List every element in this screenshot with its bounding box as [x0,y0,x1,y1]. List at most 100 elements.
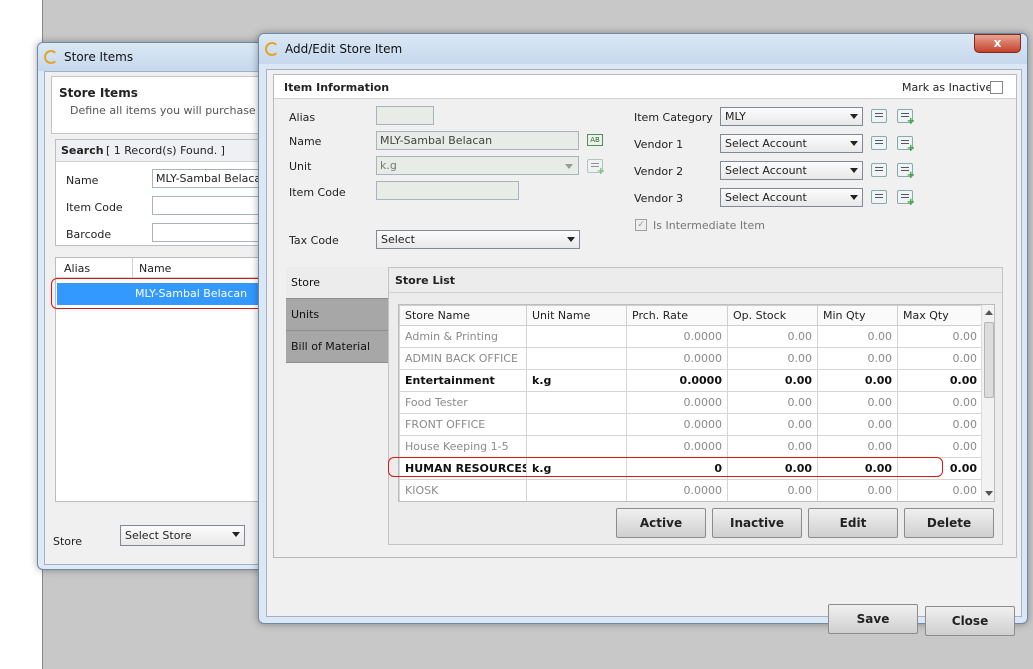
name-label: Name [66,174,99,187]
text-ab-icon[interactable]: AB [587,134,603,146]
table-row[interactable]: Food Tester 0.0000 0.00 0.00 0.00 [399,391,983,414]
delete-button[interactable]: Delete [904,508,994,538]
column-header-min-qty[interactable]: Min Qty [817,305,898,326]
table-row[interactable]: Admin & Printing 0.0000 0.00 0.00 0.00 [399,325,983,348]
vendor1-value: Select Account [725,137,807,150]
intermediate-item-checkbox[interactable]: ✓ [635,219,647,231]
tab-store[interactable]: Store [286,267,388,299]
name-search-input[interactable]: MLY-Sambal Belacan [152,169,270,188]
store-select[interactable]: Select Store [120,525,245,546]
close-button[interactable]: Close [925,606,1015,636]
vendor1-label: Vendor 1 [634,138,684,151]
table-row[interactable]: Entertainment k.g 0.0000 0.00 0.00 0.00 [399,369,983,392]
table-row[interactable]: ADMIN BACK OFFICE 0.0000 0.00 0.00 0.00 [399,347,983,370]
edit-button[interactable]: Edit [808,508,898,538]
cell-unit-name [526,325,627,348]
item-code-search-input[interactable] [152,196,270,215]
cell-store-name: Entertainment [399,369,527,392]
add-vendor1-icon[interactable] [897,136,915,154]
chevron-down-icon [850,141,858,146]
column-header-op-stock[interactable]: Op. Stock [727,305,818,326]
search-header: Search [ 1 Record(s) Found. ] [56,140,270,162]
store-items-window-title: Store Items [64,50,134,64]
human-resources-row-highlight [388,457,943,477]
cell-op-stock: 0.00 [727,435,818,458]
column-header-unit-name[interactable]: Unit Name [526,305,627,326]
table-row[interactable]: FRONT OFFICE 0.0000 0.00 0.00 0.00 [399,413,983,436]
mark-inactive-checkbox[interactable] [990,81,1003,94]
unit-select[interactable]: k.g [376,156,579,175]
dialog-body: Item Information Mark as Inactive Alias … [266,69,1022,636]
name-column-header: Name [139,262,172,275]
store-items-header: Store Items Define all items you will pu… [51,76,295,134]
inactive-button[interactable]: Inactive [712,508,802,538]
active-button[interactable]: Active [616,508,706,538]
tab-bill-of-material[interactable]: Bill of Material [286,331,388,363]
table-header-row: Store Name Unit Name Prch. Rate Op. Stoc… [399,305,983,326]
add-vendor3-icon[interactable] [897,190,915,208]
cell-min-qty: 0.00 [817,391,898,414]
table-row[interactable]: House Keeping 1-5 0.0000 0.00 0.00 0.00 [399,435,983,458]
tax-code-value: Select [381,233,415,246]
cell-max-qty: 0.00 [897,413,983,436]
column-header-prch-rate[interactable]: Prch. Rate [626,305,728,326]
alias-input[interactable] [376,106,434,125]
add-vendor2-icon[interactable] [897,163,915,181]
vendor3-select[interactable]: Select Account [720,188,863,207]
cell-max-qty: 0.00 [897,325,983,348]
tab-units[interactable]: Units [286,299,388,331]
save-button[interactable]: Save [828,604,918,634]
store-list-title: Store List [395,274,456,287]
view-vendor3-icon[interactable] [871,190,887,204]
cell-max-qty: 0.00 [897,369,983,392]
vendor1-select[interactable]: Select Account [720,134,863,153]
add-category-icon[interactable] [897,109,915,127]
search-panel: Search [ 1 Record(s) Found. ] Name MLY-S… [55,139,270,246]
cell-max-qty: 0.00 [897,391,983,414]
table-row[interactable]: KIOSK 0.0000 0.00 0.00 0.00 [399,479,983,501]
store-select-value: Select Store [125,529,192,542]
cell-min-qty: 0.00 [817,369,898,392]
item-category-select[interactable]: MLY [720,107,863,126]
cell-min-qty: 0.00 [817,479,898,501]
add-unit-icon[interactable] [587,159,605,177]
store-list-panel: Store List Store Name Unit Name Prch. Ra… [388,267,1003,545]
view-category-icon[interactable] [871,109,887,123]
chevron-down-icon [850,168,858,173]
cell-unit-name [526,391,627,414]
barcode-search-input[interactable] [152,223,270,242]
item-code-input[interactable] [376,181,519,200]
column-header-max-qty[interactable]: Max Qty [897,305,983,326]
cell-prch-rate: 0.0000 [626,369,728,392]
item-information-panel: Item Information Mark as Inactive Alias … [273,74,1017,558]
tax-code-select[interactable]: Select [376,230,580,249]
scrollbar-thumb[interactable] [984,322,994,398]
cell-prch-rate: 0.0000 [626,413,728,436]
vendor2-select[interactable]: Select Account [720,161,863,180]
items-list-header: Alias Name [56,258,270,278]
cell-min-qty: 0.00 [817,347,898,370]
chevron-down-icon [232,532,240,537]
view-vendor2-icon[interactable] [871,163,887,177]
chevron-down-icon [567,237,575,242]
tab-bill-of-material-label: Bill of Material [291,340,370,353]
alias-label: Alias [289,111,316,124]
column-header-store-name[interactable]: Store Name [399,305,527,326]
scroll-up-icon[interactable] [985,310,993,315]
cell-prch-rate: 0.0000 [626,391,728,414]
vertical-scrollbar[interactable] [981,305,994,501]
close-window-button[interactable]: x [974,34,1021,53]
unit-select-value: k.g [380,159,397,172]
store-list-header: Store List [389,268,1002,293]
add-edit-store-item-dialog: Add/Edit Store Item x Item Information M… [258,33,1028,636]
cell-min-qty: 0.00 [817,413,898,436]
cell-op-stock: 0.00 [727,369,818,392]
cell-store-name: Food Tester [399,391,527,414]
scroll-down-icon[interactable] [985,491,993,496]
view-vendor1-icon[interactable] [871,136,887,150]
vendor2-value: Select Account [725,164,807,177]
item-name-input[interactable]: MLY-Sambal Belacan [376,131,579,150]
unit-label: Unit [289,160,312,173]
cell-store-name: ADMIN BACK OFFICE [399,347,527,370]
chevron-down-icon [565,164,573,169]
